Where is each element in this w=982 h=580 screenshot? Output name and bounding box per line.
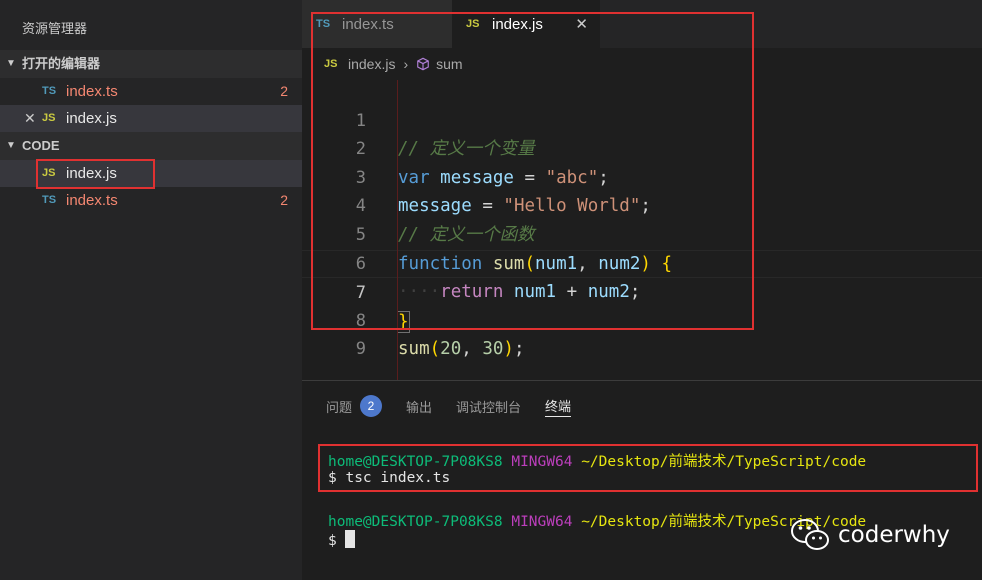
function-name-token: sum [398, 339, 430, 360]
error-count-badge: 2 [280, 83, 288, 99]
file-item-index-js[interactable]: JS index.js [0, 160, 302, 187]
terminal-env: MINGW64 [511, 454, 573, 470]
breadcrumb: JS index.js › sum [324, 52, 463, 76]
editor-tab-bar: TS index.ts JS index.js ✕ [302, 0, 982, 48]
code-line: 4 // 定义一个函数 [302, 164, 982, 245]
tab-index-js[interactable]: JS index.js ✕ [452, 0, 600, 48]
open-editors-section-header[interactable]: ▼ 打开的编辑器 [0, 50, 302, 78]
problems-count-badge: 2 [360, 395, 383, 417]
tab-label: 终端 [545, 399, 572, 414]
chevron-right-icon: › [403, 56, 409, 72]
code-line: 3 message = "Hello World"; [302, 135, 982, 217]
code-line-current: 7 } [302, 249, 982, 333]
code-line: 2 var message = "abc"; [302, 107, 982, 188]
wechat-logo-icon [791, 519, 829, 550]
breadcrumb-file[interactable]: index.js [348, 56, 395, 72]
terminal-prompt-line: home@DESKTOP-7P08KS8 MINGW64 ~/Desktop/前… [328, 450, 866, 471]
open-editors-label: 打开的编辑器 [22, 56, 101, 71]
explorer-sidebar: 资源管理器 ▼ 打开的编辑器 TS index.ts 2 ✕ JS index.… [0, 0, 302, 580]
javascript-file-icon: JS [324, 58, 338, 70]
folder-section-header[interactable]: ▼ CODE [0, 132, 302, 160]
terminal-env: MINGW64 [511, 514, 573, 530]
terminal-prompt: $ [328, 533, 337, 549]
tab-debug-console[interactable]: 调试控制台 [456, 395, 521, 417]
file-label: index.js [66, 165, 117, 182]
tab-label: index.ts [342, 15, 394, 33]
tab-index-ts[interactable]: TS index.ts [302, 0, 452, 48]
tab-label: 输出 [406, 399, 433, 415]
chevron-down-icon: ▼ [6, 140, 16, 151]
code-line: 8 sum(20, 30); [302, 278, 982, 360]
watermark: coderwhy [790, 518, 950, 552]
terminal-command-line[interactable]: $ tsc index.ts [328, 470, 450, 486]
terminal-prompt-line: home@DESKTOP-7P08KS8 MINGW64 ~/Desktop/前… [328, 510, 866, 531]
typescript-file-icon: TS [42, 194, 57, 206]
terminal-user: home@DESKTOP-7P08KS8 [328, 454, 503, 470]
typescript-file-icon: TS [316, 18, 331, 30]
open-editor-item-index-js[interactable]: ✕ JS index.js [0, 105, 302, 132]
terminal-command: tsc index.ts [345, 470, 451, 486]
open-editor-label: index.ts [66, 83, 118, 100]
panel-tabs: 问题 2 输出 调试控制台 终端 [326, 395, 595, 417]
code-line: 5 function sum(num1, num2) { [302, 192, 982, 274]
javascript-file-icon: JS [42, 112, 56, 124]
open-editor-label: index.js [66, 110, 117, 127]
folder-label: CODE [22, 138, 60, 153]
number-token: 20 [440, 339, 462, 360]
indent-guide [397, 80, 398, 380]
file-item-index-ts[interactable]: TS index.ts 2 [0, 187, 302, 214]
tab-label: 调试控制台 [456, 399, 522, 415]
watermark-text: coderwhy [838, 522, 950, 548]
bracket-token: ( [429, 339, 441, 360]
code-line: 9 [302, 307, 982, 359]
terminal-user: home@DESKTOP-7P08KS8 [328, 514, 503, 530]
punctuation-token: ; [513, 339, 525, 360]
tab-output[interactable]: 输出 [406, 395, 432, 417]
code-editor[interactable]: 1 // 定义一个变量 2 var message = "abc"; 3 mes… [302, 78, 982, 360]
bracket-token: ) [503, 339, 514, 360]
line-number: 9 [355, 339, 366, 360]
code-line: 6 ····return num1 + num2; [302, 221, 982, 303]
terminal-path: ~/Desktop/前端技术/TypeScript/code [581, 454, 867, 470]
breadcrumb-symbol[interactable]: sum [436, 56, 462, 72]
explorer-title: 资源管理器 [22, 21, 88, 36]
method-cube-icon [417, 57, 429, 71]
file-label: index.ts [66, 192, 118, 209]
code-line: 1 // 定义一个变量 [302, 78, 982, 160]
terminal-cursor [345, 530, 356, 548]
tab-label: index.js [492, 15, 543, 33]
open-editor-item-index-ts[interactable]: TS index.ts 2 [0, 78, 302, 105]
javascript-file-icon: JS [466, 18, 480, 30]
close-icon[interactable]: ✕ [22, 105, 42, 132]
tab-label: 问题 [326, 399, 353, 415]
number-token: 30 [482, 339, 504, 360]
editor-group: TS index.ts JS index.js ✕ JS index.js › … [302, 0, 982, 380]
terminal-prompt: $ [328, 470, 337, 486]
typescript-file-icon: TS [42, 85, 57, 97]
close-icon[interactable]: ✕ [575, 15, 588, 33]
error-count-badge: 2 [280, 192, 288, 208]
javascript-file-icon: JS [42, 167, 56, 179]
tab-problems[interactable]: 问题 2 [326, 395, 383, 417]
punctuation-token: , [461, 339, 472, 360]
chevron-down-icon: ▼ [6, 58, 16, 69]
terminal-input-line[interactable]: $ [328, 530, 356, 549]
tab-terminal[interactable]: 终端 [545, 395, 572, 417]
